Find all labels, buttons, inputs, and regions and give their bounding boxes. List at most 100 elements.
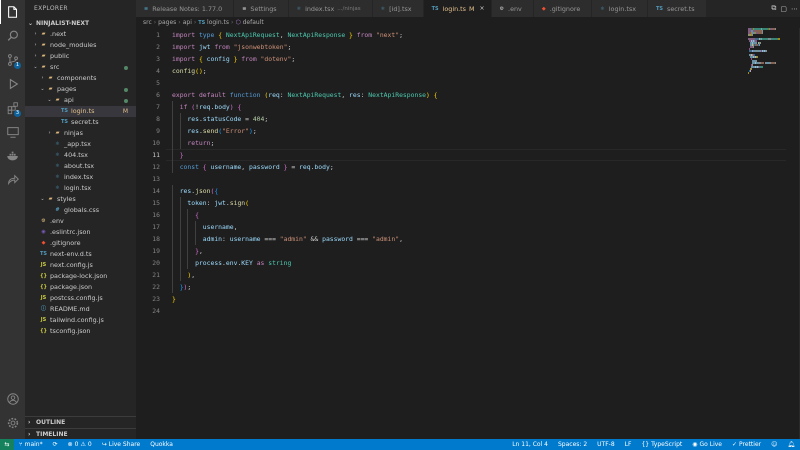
file-tree-item[interactable]: ⚛ login.tsx: [25, 183, 136, 194]
code-token: ,: [341, 91, 350, 99]
line-number: 12: [152, 163, 160, 171]
file-tree-item[interactable]: ⌄ ▰ styles: [25, 194, 136, 205]
file-tree-item[interactable]: ⚛ index.tsx: [25, 172, 136, 183]
code-token: string: [268, 259, 292, 267]
breadcrumb-item[interactable]: pages: [158, 19, 176, 26]
editor-tab[interactable]: ⚛ login.tsx: [592, 0, 648, 17]
breadcrumb-item[interactable]: default: [243, 19, 264, 26]
account-icon[interactable]: [0, 387, 25, 411]
file-tree-item[interactable]: # globals.css: [25, 205, 136, 216]
file-tree-label: globals.css: [64, 206, 100, 214]
file-tree-item[interactable]: › ▰ public: [25, 51, 136, 62]
git-branch[interactable]: ⑂ main*: [19, 441, 43, 448]
file-tree-item[interactable]: JS next.config.js: [25, 260, 136, 271]
breadcrumb-item[interactable]: api: [183, 19, 192, 26]
extensions-icon[interactable]: 3: [0, 96, 25, 120]
live-share-button[interactable]: ↪ Live Share: [102, 441, 141, 448]
file-tree-item[interactable]: JS postcss.config.js: [25, 293, 136, 304]
file-tree-item[interactable]: JS tailwind.config.js: [25, 315, 136, 326]
outline-section[interactable]: › OUTLINE: [25, 417, 136, 428]
editor-tab[interactable]: TS login.ts M ×: [423, 0, 492, 17]
file-tree-item[interactable]: › ▰ .next: [25, 29, 136, 40]
tab-label: Settings: [250, 4, 277, 13]
file-tree-item[interactable]: ⓘ README.md: [25, 304, 136, 315]
project-header[interactable]: ⌄ NINJALIST-NEXT: [25, 18, 136, 29]
more-actions-icon[interactable]: ⋯: [791, 5, 798, 13]
chevron-down-icon: ⌄: [28, 20, 34, 27]
file-tree-item[interactable]: ⌄ ▰ api: [25, 95, 136, 106]
live-share-icon[interactable]: [0, 168, 25, 192]
breadcrumb-item[interactable]: login.ts: [207, 19, 229, 26]
file-tree-item[interactable]: TS secret.ts: [25, 117, 136, 128]
indentation[interactable]: Spaces: 2: [558, 441, 587, 448]
docker-icon[interactable]: [0, 144, 25, 168]
editor-tab[interactable]: ⚛ index.tsx .../ninjas: [288, 0, 373, 17]
source-control-icon[interactable]: 1: [0, 48, 25, 72]
editor-tab[interactable]: ≡ Release Notes: 1.77.0: [136, 0, 235, 17]
search-icon[interactable]: [0, 24, 25, 48]
file-tree-item[interactable]: TS login.ts M: [25, 106, 136, 117]
editor-tab[interactable]: ◆ .gitignore: [533, 0, 593, 17]
timeline-section[interactable]: › TIMELINE: [25, 428, 136, 439]
chevron-right-icon: ›: [48, 130, 51, 136]
file-tree-item[interactable]: ⚛ about.tsx: [25, 161, 136, 172]
toggle-panel-icon[interactable]: ▢: [780, 5, 787, 13]
code-line: 3 import { config } from "dotenv";: [136, 53, 736, 65]
file-tree-item[interactable]: ⌄ ▰ pages: [25, 84, 136, 95]
run-debug-icon[interactable]: [0, 72, 25, 96]
code-token: ;: [399, 31, 403, 39]
language-mode[interactable]: {} TypeScript: [641, 441, 682, 448]
notifications-icon[interactable]: 🔔︎: [787, 441, 795, 448]
manage-gear-icon[interactable]: [0, 411, 25, 435]
breadcrumb-item[interactable]: src: [143, 19, 152, 26]
file-tree-item[interactable]: › ▰ node_modules: [25, 40, 136, 51]
split-editor-icon[interactable]: ⧉: [771, 4, 776, 13]
chevron-right-icon: ›: [153, 19, 157, 26]
file-tree-item[interactable]: › ▰ ninjas: [25, 128, 136, 139]
problems-indicator[interactable]: ⊗ 0 ⚠ 0: [68, 441, 92, 448]
remote-explorer-icon[interactable]: [0, 120, 25, 144]
code-line: 22 });: [136, 281, 736, 293]
line-number: 1: [156, 31, 160, 39]
modified-dot: [124, 66, 128, 70]
line-number: 6: [156, 91, 160, 99]
file-tree-item[interactable]: {} package-lock.json: [25, 271, 136, 282]
cursor-position[interactable]: Ln 11, Col 4: [512, 441, 548, 448]
code-line: 13: [136, 173, 736, 185]
go-live-button[interactable]: ◉ Go Live: [692, 441, 722, 448]
file-tree-item[interactable]: TS next-env.d.ts: [25, 249, 136, 260]
file-tree-item[interactable]: › ▰ components: [25, 73, 136, 84]
end-of-line[interactable]: LF: [625, 441, 632, 448]
file-tree-item[interactable]: {} package.json: [25, 282, 136, 293]
file-tree-item[interactable]: ⌄ ▰ src: [25, 62, 136, 73]
branch-name: main*: [24, 441, 43, 448]
prettier-button[interactable]: ✓ Prettier: [732, 441, 761, 448]
editor-tab[interactable]: ⚛ [id].tsx: [372, 0, 424, 17]
minimap[interactable]: [748, 28, 786, 78]
feedback-icon[interactable]: ☺: [771, 441, 777, 448]
file-tree-item[interactable]: ⚛ _app.tsx: [25, 139, 136, 150]
remote-indicator-icon[interactable]: ⇆: [0, 439, 14, 450]
code-token: res: [349, 91, 361, 99]
file-tree-label: .env: [50, 217, 64, 225]
branch-icon: ⑂: [19, 441, 23, 448]
react-icon: ⚛: [55, 163, 60, 169]
sync-icon[interactable]: ⟳: [53, 441, 58, 448]
file-tree-item[interactable]: ⚙ .env: [25, 216, 136, 227]
encoding[interactable]: UTF-8: [597, 441, 615, 448]
code-editor[interactable]: 1 import type { NextApiRequest, NextApiRe…: [136, 28, 800, 439]
file-tree-item[interactable]: ◆ .gitignore: [25, 238, 136, 249]
editor-tab[interactable]: TS secret.ts: [648, 0, 707, 17]
explorer-icon[interactable]: [0, 0, 25, 24]
quokka-button[interactable]: Quokka: [150, 441, 173, 448]
editor-tab[interactable]: ⚙ .env: [491, 0, 534, 17]
file-tree-item[interactable]: ⚛ 404.tsx: [25, 150, 136, 161]
line-number: 5: [156, 79, 160, 87]
close-icon[interactable]: ×: [480, 5, 485, 12]
project-name: NINJALIST-NEXT: [36, 20, 90, 27]
file-tree-label: secret.ts: [71, 118, 99, 126]
file-tree-item[interactable]: ◉ .eslintrc.json: [25, 227, 136, 238]
file-tree-item[interactable]: {} tsconfig.json: [25, 326, 136, 337]
editor-tab[interactable]: ≡ Settings: [234, 0, 289, 17]
tab-label: [id].tsx: [389, 4, 412, 13]
